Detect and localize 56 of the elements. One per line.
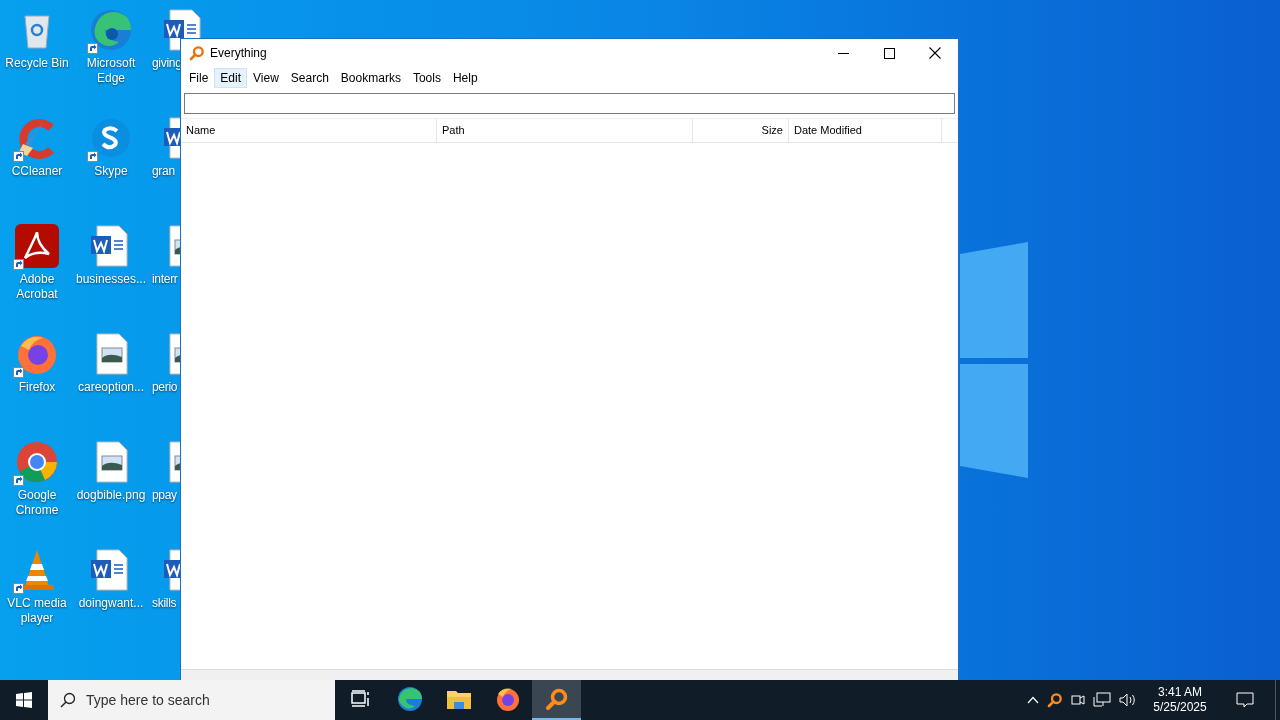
menu-item[interactable]: Tools — [406, 68, 447, 88]
taskbar-search-field[interactable]: Type here to search — [48, 680, 335, 720]
chrome-icon — [15, 440, 59, 484]
menu-item[interactable]: Bookmarks — [334, 68, 407, 88]
folder-icon — [445, 688, 472, 710]
desktop-icon-label[interactable]: ppay — [152, 488, 177, 503]
fox-globe-icon — [494, 686, 521, 712]
clock-date[interactable]: 5/25/2025 — [1153, 700, 1207, 715]
menu-item[interactable]: Edit — [214, 68, 248, 88]
desktop-icon-label[interactable]: gran — [152, 164, 175, 179]
skype-icon — [89, 116, 133, 160]
edge-icon — [89, 8, 133, 52]
speech-bubble-icon — [1236, 692, 1254, 708]
speaker-icon[interactable] — [1119, 692, 1137, 708]
column-header[interactable]: Size — [693, 119, 789, 142]
magnifier-icon — [189, 45, 205, 61]
desktop-icon-label[interactable]: Firefox — [1, 380, 73, 395]
search-icon — [60, 692, 76, 708]
desktop-icon-label[interactable]: giving — [152, 56, 182, 71]
chevron-up-icon[interactable] — [1027, 696, 1039, 704]
close-icon — [929, 47, 941, 59]
search-placeholder: Type here to search — [86, 690, 210, 710]
desktop-icon-label[interactable]: Adobe Acrobat — [1, 272, 73, 302]
magnifier-icon[interactable] — [1047, 692, 1063, 708]
desktop-icon-label[interactable]: VLC media player — [1, 596, 73, 626]
edge-icon — [396, 686, 423, 712]
column-header[interactable]: Name — [181, 119, 437, 142]
desktop-icon-label[interactable]: doingwant... — [75, 596, 147, 611]
menu-item[interactable]: Help — [446, 68, 484, 88]
desktop-icon-label[interactable]: careoption... — [75, 380, 147, 395]
clock-time[interactable]: 3:41 AM — [1158, 685, 1202, 700]
column-header[interactable]: Date Modified — [789, 119, 942, 142]
menu-item[interactable]: File — [183, 68, 215, 88]
desktop-icon-label[interactable]: CCleaner — [1, 164, 73, 179]
desktop-icon-label[interactable]: dogbible.png — [75, 488, 147, 503]
desktop-icon-label[interactable]: skills — [152, 596, 177, 611]
windows-logo-icon — [16, 692, 32, 708]
desktop-icon-label[interactable]: Google Chrome — [1, 488, 73, 518]
network-icon[interactable] — [1093, 692, 1111, 708]
minimize-icon — [837, 52, 849, 54]
desktop-icon-label[interactable]: Recycle Bin — [1, 56, 73, 71]
desktop-icon-label[interactable]: Microsoft Edge — [75, 56, 147, 86]
magnifier-icon — [544, 687, 569, 711]
desktop-icon-label[interactable]: perio — [152, 380, 178, 395]
desktop-icon-label[interactable]: interr — [152, 272, 178, 287]
desktop-icon-label[interactable]: Skype — [75, 164, 147, 179]
document-swirl-icon — [15, 224, 59, 268]
desktop-icon-label[interactable]: businesses... — [75, 272, 147, 287]
camera-icon[interactable] — [1071, 692, 1085, 708]
maximize-icon — [883, 47, 895, 59]
column-header[interactable]: Path — [437, 119, 693, 142]
task-view-icon — [350, 690, 371, 708]
menu-item[interactable]: View — [247, 68, 285, 88]
search-field[interactable] — [184, 92, 955, 114]
menu-item[interactable]: Search — [284, 68, 335, 88]
window-title: Everything — [210, 45, 267, 62]
